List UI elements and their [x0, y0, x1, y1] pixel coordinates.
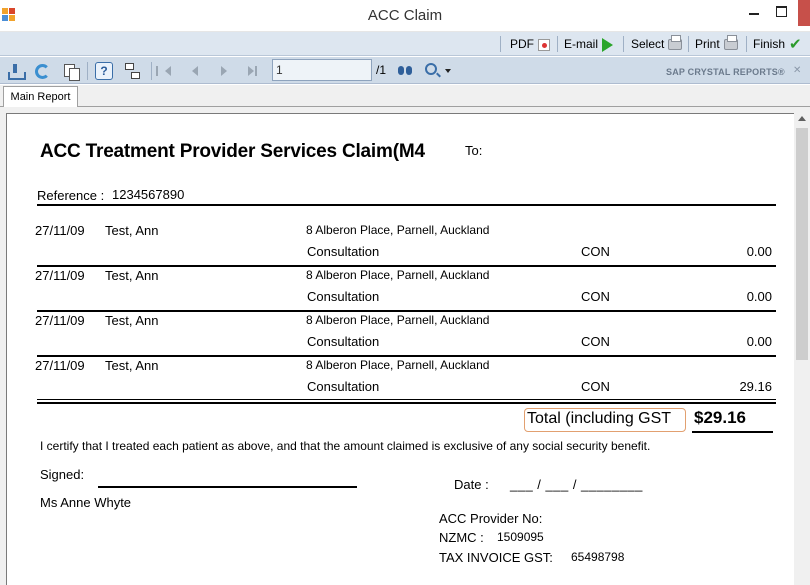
row-date: 27/11/09 — [35, 313, 85, 328]
nzmc-value: 1509095 — [497, 530, 544, 544]
double-rule-bottom — [37, 402, 776, 404]
last-page-icon[interactable] — [248, 66, 257, 76]
divider — [37, 204, 776, 206]
page-number-input[interactable] — [272, 59, 372, 81]
row-code: CON — [581, 334, 610, 349]
row-date: 27/11/09 — [35, 358, 85, 373]
certification-text: I certify that I treated each patient as… — [40, 439, 651, 453]
action-toolbar: PDF E-mail Select Print Finish ✔ — [0, 32, 810, 56]
nzmc-label: NZMC : — [439, 530, 484, 545]
toolbar-divider — [623, 36, 624, 52]
signed-label: Signed: — [40, 467, 85, 482]
close-icon[interactable]: ✕ — [793, 66, 803, 76]
row-amount: 29.16 — [739, 379, 772, 394]
first-page-icon[interactable] — [156, 66, 171, 76]
total-underline — [692, 431, 773, 433]
find-icon[interactable] — [397, 62, 413, 76]
refresh-icon[interactable] — [35, 64, 50, 79]
date-label: Date : — [454, 477, 489, 492]
toolbar-divider — [151, 62, 152, 80]
checkmark-icon: ✔ — [789, 36, 802, 53]
email-button[interactable]: E-mail — [564, 36, 614, 53]
window-title: ACC Claim — [367, 7, 443, 24]
email-label: E-mail — [564, 37, 599, 51]
signer-name: Ms Anne Whyte — [40, 495, 132, 510]
total-value: $29.16 — [694, 408, 746, 427]
row-divider — [37, 265, 776, 267]
row-address: 8 Alberon Place, Parnell, Auckland — [306, 313, 490, 327]
reference-value: 1234567890 — [112, 187, 185, 202]
report-title: ACC Treatment Provider Services Claim(M4 — [40, 141, 425, 162]
printer-icon — [668, 35, 683, 50]
print-label: Print — [695, 37, 720, 51]
gst-value: 65498798 — [571, 550, 625, 564]
row-date: 27/11/09 — [35, 223, 85, 238]
row-patient-name: Test, Ann — [105, 313, 159, 328]
double-rule-top — [37, 399, 776, 400]
maximize-button[interactable] — [768, 0, 798, 26]
row-amount: 0.00 — [746, 289, 772, 304]
group-tree-icon[interactable] — [123, 62, 141, 80]
row-code: CON — [581, 244, 610, 259]
row-address: 8 Alberon Place, Parnell, Auckland — [306, 358, 490, 372]
row-service: Consultation — [307, 379, 380, 394]
signature-line — [98, 486, 357, 488]
brand-logo: SAP CRYSTAL REPORTS® — [666, 67, 785, 77]
tab-strip: Main Report — [0, 85, 810, 108]
row-code: CON — [581, 379, 610, 394]
pdf-button[interactable]: PDF — [510, 36, 550, 53]
row-service: Consultation — [307, 334, 380, 349]
row-divider — [37, 310, 776, 312]
row-amount: 0.00 — [746, 334, 772, 349]
chevron-down-icon[interactable] — [445, 69, 451, 73]
scroll-thumb[interactable] — [796, 128, 808, 360]
provider-number-label: ACC Provider No: — [439, 511, 543, 526]
row-patient-name: Test, Ann — [105, 268, 159, 283]
title-bar: ACC Claim — [0, 0, 810, 32]
help-icon[interactable]: ? — [95, 62, 113, 80]
scroll-up-icon[interactable] — [798, 116, 806, 121]
toolbar-divider — [746, 36, 747, 52]
pdf-icon — [538, 38, 550, 51]
toolbar-divider — [688, 36, 689, 52]
toolbar-divider — [500, 36, 501, 52]
row-address: 8 Alberon Place, Parnell, Auckland — [306, 223, 490, 237]
minimize-button[interactable] — [738, 0, 768, 26]
row-date: 27/11/09 — [35, 268, 85, 283]
close-button[interactable] — [798, 0, 810, 26]
print-button[interactable]: Print — [695, 35, 738, 53]
reference-label: Reference : — [37, 188, 105, 203]
printer-icon — [723, 35, 738, 50]
page-total: /1 — [376, 63, 387, 77]
previous-page-icon[interactable] — [192, 66, 198, 76]
export-icon[interactable] — [6, 62, 26, 80]
zoom-icon[interactable] — [425, 63, 437, 75]
row-service: Consultation — [307, 289, 380, 304]
toolbar-divider — [557, 36, 558, 52]
date-blanks: ___ / ___ / ________ — [510, 477, 643, 492]
gst-label: TAX INVOICE GST: — [439, 550, 553, 565]
finish-button[interactable]: Finish ✔ — [753, 36, 802, 53]
report-page — [6, 113, 794, 585]
select-button[interactable]: Select — [631, 35, 683, 53]
row-patient-name: Test, Ann — [105, 223, 159, 238]
row-service: Consultation — [307, 244, 380, 259]
to-label: To: — [465, 143, 483, 158]
finish-label: Finish — [753, 37, 786, 51]
send-icon — [602, 37, 614, 52]
row-divider — [37, 355, 776, 357]
copy-icon[interactable] — [62, 62, 80, 81]
row-patient-name: Test, Ann — [105, 358, 159, 373]
pdf-label: PDF — [510, 37, 534, 51]
toolbar-divider — [87, 62, 88, 80]
total-label: Total (including GST — [527, 410, 672, 427]
row-address: 8 Alberon Place, Parnell, Auckland — [306, 268, 490, 282]
row-amount: 0.00 — [746, 244, 772, 259]
tab-main-report[interactable]: Main Report — [3, 86, 78, 108]
row-code: CON — [581, 289, 610, 304]
select-label: Select — [631, 37, 665, 51]
next-page-icon[interactable] — [221, 66, 227, 76]
